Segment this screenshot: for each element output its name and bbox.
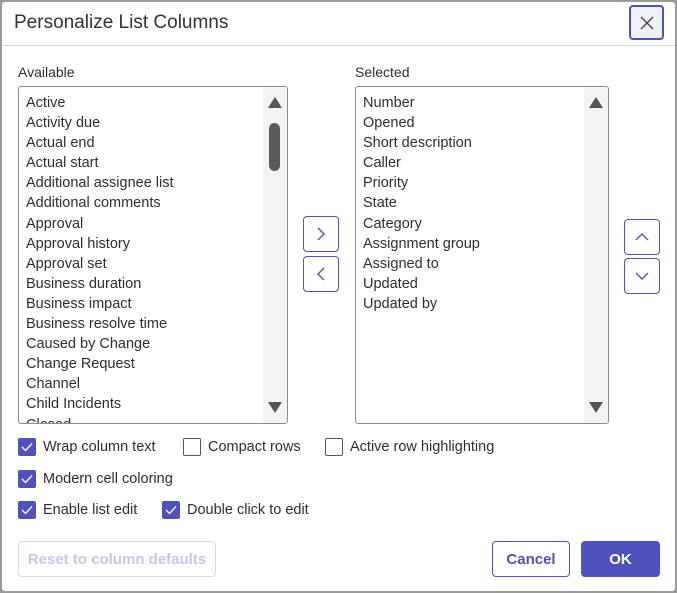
option-checkbox[interactable]: Modern cell coloring (18, 470, 173, 488)
available-list[interactable]: Active Activity due Actual end Actual start… (18, 86, 288, 424)
list-item[interactable]: Approval history (26, 234, 287, 254)
selected-list[interactable]: Number Opened Short description Caller Prior… (355, 86, 609, 424)
list-item[interactable]: Activity due (26, 113, 287, 133)
option-checkbox[interactable]: Double click to edit (162, 501, 309, 519)
list-item[interactable]: State (363, 193, 608, 213)
checkbox-icon[interactable] (162, 501, 180, 519)
option-label: Wrap column text (43, 439, 156, 455)
list-item[interactable]: Additional comments (26, 193, 287, 213)
close-button[interactable] (629, 5, 664, 40)
list-item[interactable]: Actual start (26, 153, 287, 173)
header-divider (2, 45, 675, 46)
list-item[interactable]: Additional assignee list (26, 173, 287, 193)
list-item[interactable]: Assigned to (363, 254, 608, 274)
option-label: Compact rows (208, 439, 301, 455)
list-item[interactable]: Business resolve time (26, 314, 287, 334)
available-label: Available (18, 64, 75, 80)
checkbox-icon[interactable] (325, 438, 343, 456)
list-item[interactable]: Number (363, 93, 608, 113)
list-item[interactable]: Updated (363, 274, 608, 294)
list-item[interactable]: Change Request (26, 354, 287, 374)
option-label: Active row highlighting (350, 439, 495, 455)
option-label: Enable list edit (43, 502, 138, 518)
selected-label: Selected (355, 64, 410, 80)
checkbox-icon[interactable] (18, 501, 36, 519)
chevron-up-icon (635, 233, 649, 241)
personalize-dialog: Personalize List Columns Available Activ… (2, 2, 675, 591)
dialog-title: Personalize List Columns (14, 12, 229, 33)
list-item[interactable]: Active (26, 93, 287, 113)
scroll-thumb[interactable] (269, 123, 280, 171)
list-item[interactable]: Priority (363, 173, 608, 193)
list-item[interactable]: Channel (26, 374, 287, 394)
list-item[interactable]: Business duration (26, 274, 287, 294)
list-item[interactable]: Updated by (363, 294, 608, 314)
checkbox-icon[interactable] (18, 438, 36, 456)
option-checkbox[interactable]: Wrap column text (18, 438, 156, 456)
scroll-down-icon[interactable] (589, 402, 603, 413)
chevron-left-icon (317, 267, 325, 281)
list-item[interactable]: Actual end (26, 133, 287, 153)
chevron-down-icon (635, 272, 649, 280)
reset-defaults-button[interactable]: Reset to column defaults (18, 541, 216, 577)
cancel-button[interactable]: Cancel (492, 541, 570, 577)
option-checkbox[interactable]: Compact rows (183, 438, 301, 456)
list-item[interactable]: Caused by Change (26, 334, 287, 354)
option-checkbox[interactable]: Enable list edit (18, 501, 137, 519)
ok-button[interactable]: OK (581, 541, 660, 577)
list-item[interactable]: Child Incidents (26, 394, 287, 414)
list-item[interactable]: Opened (363, 113, 608, 133)
move-down-button[interactable] (624, 258, 660, 294)
list-item[interactable]: Category (363, 214, 608, 234)
option-label: Modern cell coloring (43, 471, 173, 487)
selected-scrollbar[interactable] (584, 87, 608, 423)
list-item[interactable]: Closed (26, 415, 287, 424)
option-label: Double click to edit (187, 502, 309, 518)
available-scrollbar[interactable] (263, 87, 287, 423)
list-item[interactable]: Approval (26, 214, 287, 234)
list-item[interactable]: Approval set (26, 254, 287, 274)
list-item[interactable]: Short description (363, 133, 608, 153)
close-icon (640, 16, 653, 29)
list-item[interactable]: Caller (363, 153, 608, 173)
option-checkbox[interactable]: Active row highlighting (325, 438, 494, 456)
scroll-up-icon[interactable] (589, 97, 603, 108)
list-item[interactable]: Assignment group (363, 234, 608, 254)
list-item[interactable]: Business impact (26, 294, 287, 314)
checkbox-icon[interactable] (183, 438, 201, 456)
remove-column-button[interactable] (303, 256, 339, 292)
move-up-button[interactable] (624, 219, 660, 255)
scroll-down-icon[interactable] (268, 402, 282, 413)
add-column-button[interactable] (303, 216, 339, 252)
chevron-right-icon (317, 227, 325, 241)
checkbox-icon[interactable] (18, 470, 36, 488)
scroll-up-icon[interactable] (268, 97, 282, 108)
